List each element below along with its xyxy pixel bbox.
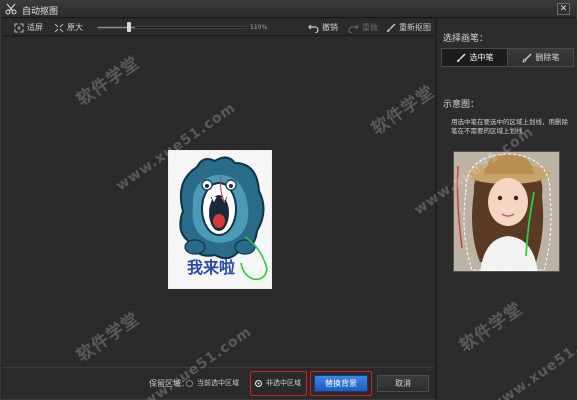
close-button[interactable]: ✕ (557, 3, 570, 15)
scissors-icon (5, 3, 17, 15)
one-to-one-icon (54, 23, 64, 32)
radio-non-selected-label: 非选中区域 (266, 379, 301, 387)
radio-unchecked-icon (186, 379, 193, 387)
brush-selector: 选中笔 删除笔 (441, 48, 574, 67)
fit-screen-label: 适屏 (27, 23, 43, 32)
example-girl-photo (454, 152, 559, 271)
close-icon: ✕ (559, 4, 568, 14)
brush-section-title: 选择画笔： (443, 34, 489, 44)
original-size-button[interactable]: 原大 (54, 21, 83, 34)
original-size-label: 原大 (67, 23, 83, 32)
window-title: 自动抠图 (22, 7, 59, 17)
keep-area-label: 保留区域： (149, 379, 189, 388)
zoom-slider-thumb[interactable] (127, 22, 131, 32)
example-section-title: 示意图： (443, 100, 480, 110)
bottom-bar: 保留区域： 当前选中区域 非选中区域 替换背景 取消 (2, 367, 434, 399)
zoom-slider[interactable] (97, 26, 247, 29)
example-image (453, 151, 560, 272)
radio-current-label: 当前选中区域 (197, 379, 239, 387)
radio-non-selected[interactable]: 非选中区域 (255, 378, 301, 388)
toolbar: 适屏 原大 110% 撤销 重做 重新抠图 (2, 19, 434, 36)
erase-brush-tab[interactable]: 删除笔 (508, 49, 573, 66)
redo-button[interactable]: 重做 (348, 21, 378, 34)
undo-label: 撤销 (322, 23, 338, 32)
title-bar: 自动抠图 ✕ (1, 1, 576, 18)
redraw-button[interactable]: 重新抠图 (386, 21, 431, 34)
right-panel: 选择画笔： 选中笔 删除笔 示意图： 用选中笔在要选中的区域上划线，用删除笔在不… (436, 19, 577, 400)
select-brush-tab[interactable]: 选中笔 (442, 49, 508, 66)
undo-arrow-icon (308, 24, 319, 33)
zoom-value: 110% (250, 24, 268, 31)
replace-background-button[interactable]: 替换背景 (314, 375, 368, 392)
radio-current-selection[interactable]: 当前选中区域 (186, 378, 239, 388)
brush-icon (456, 53, 465, 62)
radio-checked-icon (255, 379, 262, 387)
brush-icon (387, 23, 396, 32)
redraw-label: 重新抠图 (399, 23, 431, 32)
redo-label: 重做 (362, 23, 378, 32)
expand-icon (14, 23, 24, 32)
app-window: 自动抠图 ✕ 适屏 原大 110% 撤销 重做 重新抠图 我来啦 选择画笔： 选… (0, 0, 577, 400)
brush-hint-text: 用选中笔在要选中的区域上划线，用删除笔在不需要的区域上划线 (451, 118, 568, 135)
image-selection-frame[interactable]: 我来啦 (168, 150, 272, 289)
eraser-icon (522, 53, 531, 62)
undo-button[interactable]: 撤销 (308, 21, 338, 34)
cancel-button[interactable]: 取消 (377, 375, 429, 392)
image-caption: 我来啦 (187, 258, 235, 277)
select-brush-label: 选中笔 (469, 53, 494, 62)
fit-screen-button[interactable]: 适屏 (14, 21, 43, 34)
cartoon-cat-image: 我来啦 (179, 156, 268, 281)
erase-brush-label: 删除笔 (535, 53, 560, 62)
redo-arrow-icon (348, 24, 359, 33)
editing-canvas[interactable]: 我来啦 (2, 37, 434, 367)
